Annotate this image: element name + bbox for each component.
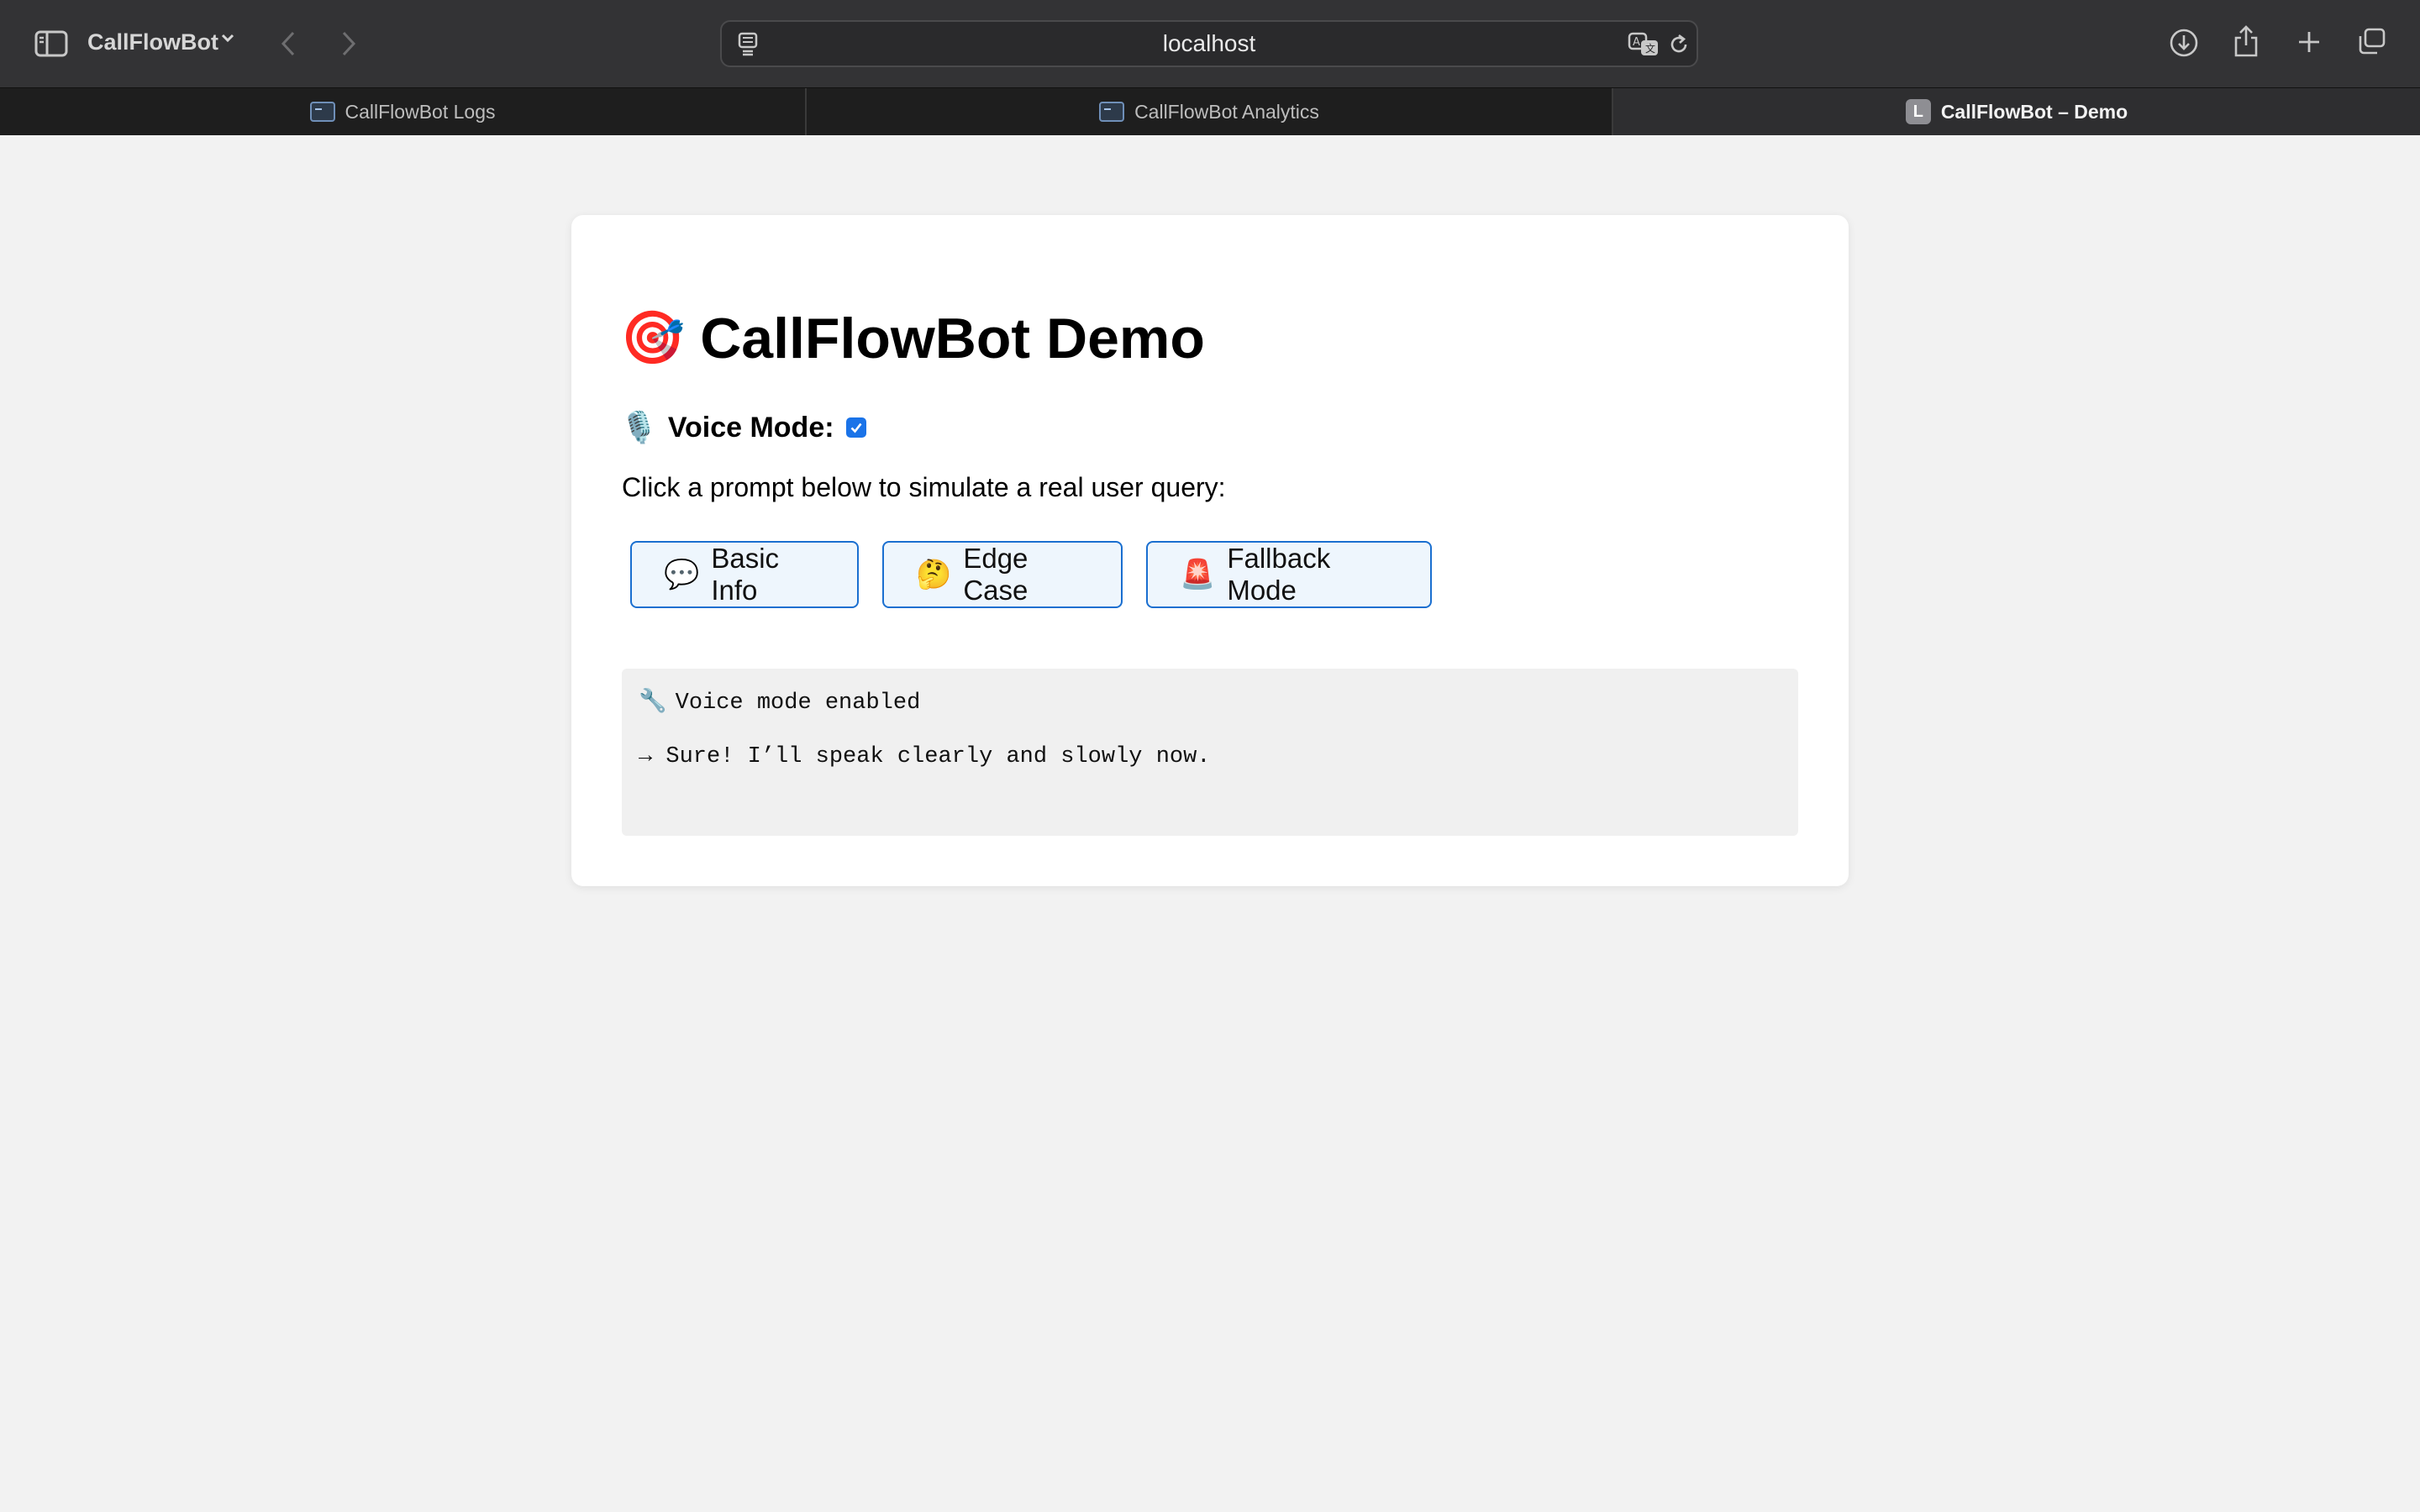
voice-mode-checkbox[interactable] — [845, 417, 866, 438]
tab-label: CallFlowBot Logs — [345, 100, 496, 123]
browser-toolbar: CallFlowBot localhost A文 — [0, 0, 2420, 87]
wrench-icon: 🔧 — [639, 688, 667, 714]
svg-text:A: A — [1633, 36, 1640, 49]
tab-analytics[interactable]: CallFlowBot Analytics — [807, 88, 1613, 135]
tab-bar: CallFlowBot Logs CallFlowBot Analytics L… — [0, 87, 2420, 135]
siren-icon: 🚨 — [1180, 559, 1216, 591]
button-label: Basic Info — [711, 543, 780, 606]
tab-label: CallFlowBot Analytics — [1134, 100, 1319, 123]
tab-logs[interactable]: CallFlowBot Logs — [0, 88, 807, 135]
translate-icon[interactable]: A文 — [1626, 29, 1663, 60]
prompt-buttons: 💬 Basic Info 🤔 Edge Case 🚨 Fallback Mode — [630, 541, 1432, 608]
download-icon[interactable] — [2166, 25, 2202, 60]
svg-text:文: 文 — [1645, 42, 1655, 55]
share-icon[interactable] — [2228, 22, 2264, 60]
address-bar[interactable]: localhost A文 — [720, 20, 1698, 67]
output-line: 🔧 Voice mode enabled — [639, 687, 1781, 716]
edge-case-button[interactable]: 🤔 Edge Case — [882, 541, 1123, 608]
page-title: 🎯 CallFlowBot Demo — [620, 306, 1205, 371]
fallback-mode-button[interactable]: 🚨 Fallback Mode — [1146, 541, 1432, 608]
plus-icon[interactable] — [2292, 25, 2326, 59]
basic-info-button[interactable]: 💬 Basic Info — [630, 541, 859, 608]
sidebar-icon[interactable] — [32, 27, 71, 60]
tab-label: CallFlowBot – Demo — [1940, 100, 2128, 123]
tab-overview-icon[interactable] — [2354, 25, 2390, 59]
button-label: Edge Case — [963, 543, 1028, 606]
chevron-down-icon[interactable] — [220, 32, 235, 44]
output-line: → Sure! I’ll speak clearly and slowly no… — [639, 744, 1211, 769]
terminal-icon — [309, 102, 335, 122]
demo-card: 🎯 CallFlowBot Demo 🎙️ Voice Mode: Click … — [571, 215, 1849, 886]
voice-mode-row: 🎙️ Voice Mode: — [620, 410, 866, 445]
voice-mode-label: Voice Mode: — [667, 411, 834, 444]
forward-icon[interactable] — [334, 25, 363, 62]
speech-bubble-icon: 💬 — [664, 559, 700, 591]
tab-demo[interactable]: L CallFlowBot – Demo — [1613, 88, 2420, 135]
button-label: Fallback Mode — [1227, 543, 1331, 606]
page-title-text: CallFlowBot Demo — [700, 307, 1205, 370]
instructions-text: Click a prompt below to simulate a real … — [622, 472, 1226, 502]
reload-icon[interactable] — [1665, 30, 1693, 59]
microphone-icon: 🎙️ — [620, 410, 658, 444]
output-text: Voice mode enabled — [675, 690, 921, 716]
output-log: 🔧 Voice mode enabled → Sure! I’ll speak c… — [622, 669, 1798, 836]
url-text[interactable]: localhost — [722, 22, 1697, 66]
profile-name[interactable]: CallFlowBot — [87, 25, 218, 59]
favicon-letter-icon: L — [1905, 99, 1931, 124]
thinking-face-icon: 🤔 — [916, 559, 952, 591]
terminal-icon — [1099, 102, 1125, 122]
target-icon: 🎯 — [620, 309, 686, 367]
checkmark-icon — [850, 423, 862, 433]
back-icon[interactable] — [274, 25, 302, 62]
